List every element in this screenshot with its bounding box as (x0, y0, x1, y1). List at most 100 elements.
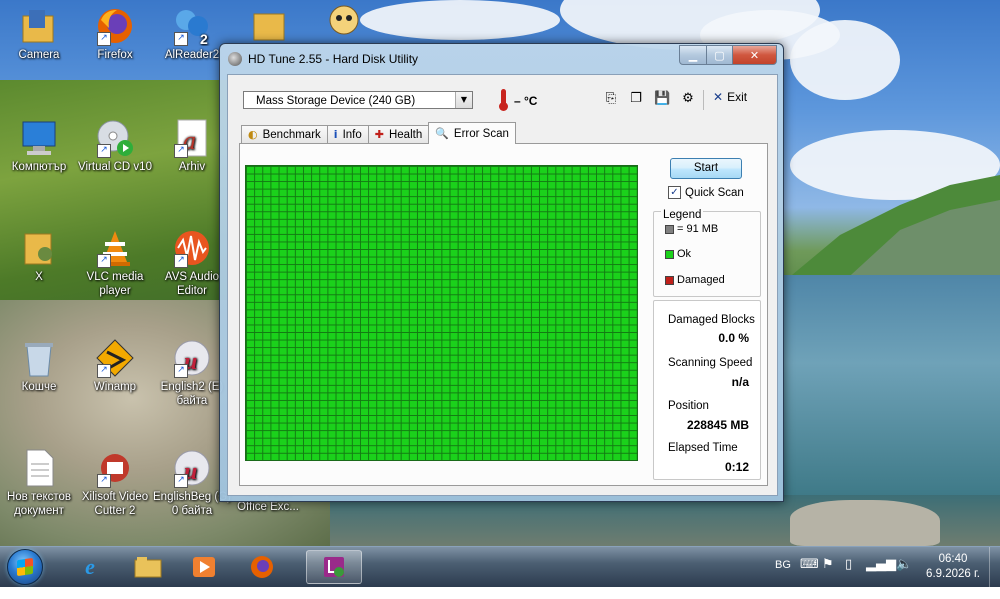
checkmark-icon[interactable]: ✓ (668, 186, 681, 199)
options-icon[interactable]: ⚙ (680, 91, 696, 107)
desktop-icon-label: Нов текстов документ (6, 491, 72, 517)
network-signal-icon[interactable]: ▂▄▆ (866, 557, 896, 597)
toolbar-divider (703, 90, 704, 110)
copy-icon[interactable]: ⎘ (603, 91, 619, 107)
taskbar-internet-explorer[interactable]: e (62, 550, 118, 584)
elapsed-time-value: 0:12 (724, 460, 749, 474)
media-player-icon (193, 557, 215, 577)
folder-user-icon (19, 228, 59, 268)
desktop-icon-character[interactable] (305, 0, 383, 42)
copy-screenshot-icon[interactable]: ❐ (628, 91, 644, 107)
tab-info[interactable]: i Info (326, 125, 369, 144)
desktop-icon-text-document[interactable]: Нов текстов документ (0, 448, 78, 518)
window-title: HD Tune 2.55 - Hard Disk Utility (248, 52, 419, 66)
taskbar-hd-tune[interactable] (306, 550, 362, 584)
desktop-icon-virtual-cd[interactable]: ↗ Virtual CD v10 (76, 118, 154, 174)
desktop-icon-computer[interactable]: Компютър (0, 118, 78, 174)
firefox-icon (251, 556, 273, 578)
health-cross-icon: ✚ (374, 128, 384, 141)
tab-label: Info (342, 129, 362, 141)
vlc-icon: ↗ (95, 228, 135, 268)
title-bar[interactable]: HD Tune 2.55 - Hard Disk Utility ▁ ▢ ✕ (220, 44, 783, 74)
action-center-flag-icon[interactable]: ⚑ (822, 557, 834, 597)
explorer-folder-icon (134, 557, 162, 578)
tab-benchmark[interactable]: ◐ Benchmark (241, 125, 328, 144)
keyboard-icon[interactable]: ⌨ (800, 557, 819, 597)
desktop-icon-camera[interactable]: Camera (0, 6, 78, 62)
clock-time: 06:40 (938, 553, 968, 565)
volume-icon[interactable]: 🔈 (896, 557, 912, 597)
desktop-icon-recycle-bin[interactable]: Кошче (0, 338, 78, 394)
info-icon: i (333, 128, 338, 141)
temperature-readout: – °C (514, 94, 538, 108)
desktop-icon-label: Virtual CD v10 (78, 161, 152, 173)
desktop-icon-vlc[interactable]: ↗ VLC media player (76, 228, 154, 298)
desktop-icon-winamp[interactable]: ↗ Winamp (76, 338, 154, 394)
maximize-icon: ▢ (714, 48, 725, 62)
exit-icon: ✕ (713, 90, 724, 104)
desktop-icon-folder[interactable] (229, 6, 307, 48)
position-value: 228845 MB (686, 418, 749, 432)
legend-title: Legend (661, 209, 704, 221)
benchmark-icon: ◐ (248, 128, 258, 141)
maximize-button[interactable]: ▢ (707, 45, 733, 65)
desktop-icon-xilisoft[interactable]: ↗ Xilisoft Video Cutter 2 (76, 448, 154, 518)
damaged-blocks-value: 0.0 % (718, 331, 749, 345)
start-button[interactable] (7, 549, 43, 585)
tab-label: Error Scan (453, 127, 509, 140)
legend-item-ok: Ok (665, 248, 691, 260)
folder-icon (248, 6, 288, 46)
desktop-icon-label: Компютър (11, 161, 67, 173)
hd-tune-app-icon[interactable] (228, 52, 242, 66)
shortcut-arrow-icon: ↗ (97, 254, 111, 268)
taskbar-media-player[interactable] (176, 550, 232, 584)
tab-health[interactable]: ✚ Health (367, 125, 430, 144)
close-button[interactable]: ✕ (733, 45, 777, 65)
alreader-icon: 2 ↗ (172, 6, 212, 47)
hd-tune-window: HD Tune 2.55 - Hard Disk Utility ▁ ▢ ✕ M… (219, 43, 784, 502)
legend-swatch (665, 275, 674, 285)
desktop-icon-label: Кошче (21, 381, 57, 393)
legend-label: = 91 MB (677, 223, 719, 235)
exit-button[interactable]: ✕ Exit (713, 90, 747, 104)
tab-error-scan[interactable]: 🔍 Error Scan (428, 122, 516, 144)
svg-text:2: 2 (200, 31, 208, 46)
thermometer-icon (498, 89, 508, 111)
tab-label: Health (388, 129, 423, 141)
cloud (360, 0, 560, 40)
rock (790, 500, 940, 546)
tab-strip: ◐ Benchmark i Info ✚ Health 🔍 Error Scan (241, 122, 516, 144)
legend-item-block-size: = 91 MB (665, 223, 718, 235)
error-scan-panel: Start ✓ Quick Scan Legend = 91 MB Ok Dam… (239, 143, 768, 486)
english-icon: u ↗ (172, 338, 212, 378)
device-dropdown[interactable]: Mass Storage Device (240 GB) ▼ (243, 91, 473, 109)
close-icon: ✕ (749, 48, 760, 62)
clock[interactable]: 06:40 6.9.2026 г. (926, 552, 980, 582)
desktop-icon-x[interactable]: X (0, 228, 78, 284)
arhiv-icon: a ↗ (172, 118, 212, 158)
quick-scan-checkbox[interactable]: ✓ Quick Scan (668, 186, 744, 199)
desktop-icon-firefox[interactable]: ↗ Firefox (76, 6, 154, 62)
text-document-icon (19, 448, 59, 488)
device-dropdown-value: Mass Storage Device (240 GB) (256, 95, 416, 107)
save-icon[interactable]: 💾 (654, 91, 670, 107)
language-indicator[interactable]: BG (775, 559, 791, 599)
windows-logo-icon (17, 557, 33, 577)
taskbar-explorer[interactable] (120, 550, 176, 584)
battery-icon[interactable]: ▯ (845, 557, 852, 597)
clock-date: 6.9.2026 г. (926, 568, 980, 580)
start-button[interactable]: Start (670, 158, 742, 179)
chevron-down-icon[interactable]: ▼ (455, 92, 472, 108)
hd-tune-icon (324, 557, 344, 577)
mountain (780, 175, 1000, 285)
folder-camera-icon (19, 6, 59, 46)
legend-group: Legend = 91 MB Ok Damaged (653, 209, 761, 297)
minimize-button[interactable]: ▁ (679, 45, 707, 65)
desktop-icon-label: Xilisoft Video Cutter 2 (81, 491, 149, 517)
avs-audio-icon: ↗ (172, 228, 212, 268)
legend-swatch (665, 224, 674, 234)
show-desktop-button[interactable] (989, 547, 1000, 587)
desktop-icon-label: Winamp (93, 381, 137, 393)
minimize-icon: ▁ (688, 48, 698, 62)
taskbar-firefox[interactable] (234, 550, 290, 584)
